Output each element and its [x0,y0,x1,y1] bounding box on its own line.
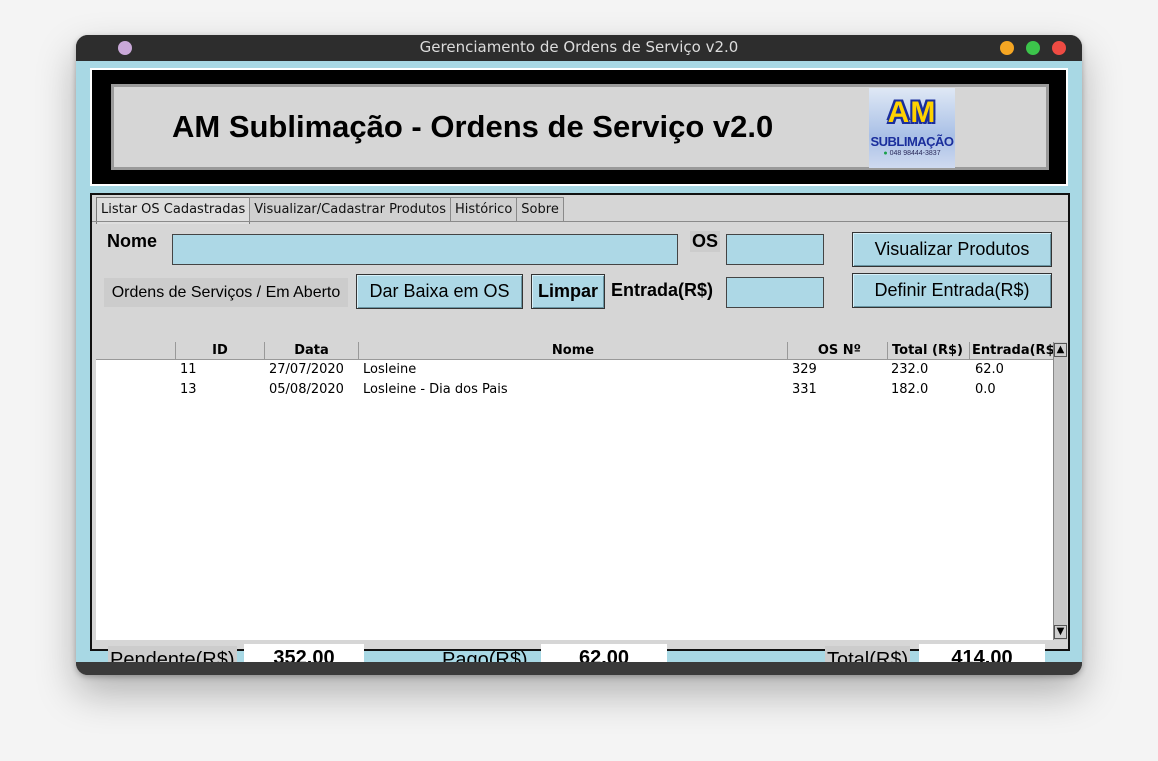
cell-data: 27/07/2020 [269,362,344,377]
cell-id: 11 [180,362,197,377]
visualizar-produtos-button[interactable]: Visualizar Produtos [852,232,1052,267]
cell-id: 13 [180,382,197,397]
logo-phone-text: 048 98444-3837 [889,150,941,157]
maximize-button[interactable] [1026,41,1040,55]
main-panel: Listar OS Cadastradas Visualizar/Cadastr… [90,193,1070,674]
cell-os: 331 [792,382,817,397]
status-label: Ordens de Serviços / Em Aberto [104,278,348,307]
definir-entrada-button[interactable]: Definir Entrada(R$) [852,273,1052,308]
tab-historico[interactable]: Histórico [450,197,518,222]
cell-data: 05/08/2020 [269,382,344,397]
app-window: Gerenciamento de Ordens de Serviço v2.0 … [76,35,1082,675]
os-table[interactable]: ID Data Nome OS Nº Total (R$) Entrada(R$… [96,342,1067,640]
cell-total: 232.0 [891,362,929,377]
nome-input[interactable] [172,234,678,265]
tab-bar: Listar OS Cadastradas Visualizar/Cadastr… [96,197,564,224]
dar-baixa-button[interactable]: Dar Baixa em OS [356,274,523,309]
tab-sobre[interactable]: Sobre [516,197,564,222]
cell-nome: Losleine - Dia dos Pais [363,382,508,397]
logo-am-text: AM [887,96,937,129]
logo-phone: ● 048 98444-3837 [869,150,955,158]
logo-sub-text: SUBLIMAÇÃO [870,134,954,149]
scroll-down-icon[interactable]: ▼ [1054,625,1067,639]
tab-listar-os[interactable]: Listar OS Cadastradas [96,197,251,224]
table-scrollbar[interactable]: ▲ ▼ [1053,342,1067,640]
table-header: ID Data Nome OS Nº Total (R$) Entrada(R$ [96,342,1053,360]
nome-label: Nome [107,231,158,251]
col-header-id[interactable]: ID [176,342,265,359]
cell-total: 182.0 [891,382,929,397]
limpar-button[interactable]: Limpar [531,274,605,309]
header-banner: AM Sublimação - Ordens de Serviço v2.0 A… [90,68,1068,186]
table-row[interactable]: 11 27/07/2020 Losleine 329 232.0 62.0 [96,360,1051,380]
title-bar[interactable]: Gerenciamento de Ordens de Serviço v2.0 [76,35,1082,61]
page-title: AM Sublimação - Ordens de Serviço v2.0 [172,109,774,144]
col-header-data[interactable]: Data [265,342,359,359]
os-input[interactable] [726,234,824,265]
tab-content: Nome OS Visualizar Produtos Ordens de Se… [92,221,1068,674]
close-button[interactable] [1052,41,1066,55]
col-header-nome[interactable]: Nome [359,342,788,359]
col-header-os[interactable]: OS Nº [788,342,888,359]
minimize-button[interactable] [1000,41,1014,55]
table-row[interactable]: 13 05/08/2020 Losleine - Dia dos Pais 33… [96,380,1051,400]
entrada-label: Entrada(R$) [611,280,714,300]
scroll-up-icon[interactable]: ▲ [1054,343,1067,357]
header-panel: AM Sublimação - Ordens de Serviço v2.0 A… [111,84,1049,170]
cell-entrada: 62.0 [975,362,1004,377]
cell-os: 329 [792,362,817,377]
col-header-entrada[interactable]: Entrada(R$ [970,342,1053,359]
tab-produtos[interactable]: Visualizar/Cadastrar Produtos [249,197,452,222]
os-label: OS [690,231,721,252]
col-header-blank[interactable] [96,342,176,359]
whatsapp-icon: ● [883,150,888,157]
col-header-total[interactable]: Total (R$) [888,342,970,359]
window-title: Gerenciamento de Ordens de Serviço v2.0 [419,38,739,56]
window-bottom-edge [76,662,1082,675]
cell-entrada: 0.0 [975,382,996,397]
company-logo: AM SUBLIMAÇÃO ● 048 98444-3837 [869,88,955,168]
cell-nome: Losleine [363,362,417,377]
entrada-input[interactable] [726,277,824,308]
client-area: AM Sublimação - Ordens de Serviço v2.0 A… [76,61,1082,674]
